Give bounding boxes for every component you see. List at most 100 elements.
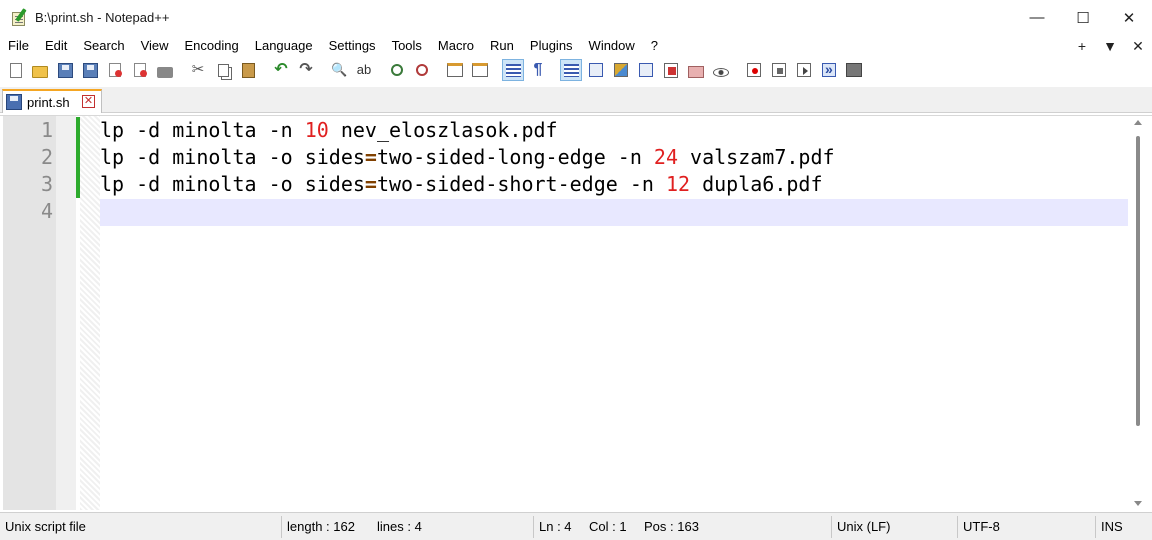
line-number-gutter: 1 2 3 4 (3, 116, 56, 510)
code-text: lp -d minolta -o sides (100, 172, 365, 196)
zoom-in-button[interactable] (387, 60, 407, 80)
folder-workspace-button[interactable] (686, 60, 706, 80)
open-file-button[interactable] (30, 60, 50, 80)
tab-list-dropdown-icon[interactable]: ▼ (1096, 38, 1124, 54)
scroll-thumb[interactable] (1136, 136, 1140, 426)
new-file-button[interactable] (5, 60, 25, 80)
toolbar: ✂ ↶ ↷ 🔍 ab ¶ (0, 57, 1152, 83)
code-line-1[interactable]: lp -d minolta -n 10 nev_eloszlasok.pdf (100, 117, 558, 144)
saved-file-icon (6, 94, 22, 110)
sync-vertical-icon (447, 63, 463, 77)
zoom-out-button[interactable] (412, 60, 432, 80)
close-document-icon[interactable]: ✕ (1124, 38, 1152, 55)
paste-button[interactable] (238, 60, 258, 80)
redo-button[interactable]: ↷ (296, 60, 316, 80)
show-all-characters-button[interactable]: ¶ (528, 60, 548, 80)
menu-search[interactable]: Search (75, 35, 132, 57)
menu-file[interactable]: File (0, 35, 37, 57)
print-button[interactable] (155, 60, 175, 80)
replace-button[interactable]: ab (354, 60, 374, 80)
indent-guide-button[interactable] (560, 59, 582, 81)
title-bar: B:\print.sh - Notepad++ — ☐ ✕ (0, 0, 1152, 35)
menu-settings[interactable]: Settings (321, 35, 384, 57)
save-macro-button[interactable] (844, 60, 864, 80)
save-all-icon (82, 62, 98, 78)
menu-window[interactable]: Window (581, 35, 643, 57)
show-all-characters-icon: ¶ (533, 61, 543, 78)
close-all-button[interactable] (130, 60, 150, 80)
vertical-scrollbar[interactable] (1128, 116, 1150, 510)
menu-language[interactable]: Language (247, 35, 321, 57)
status-insert-mode[interactable]: INS (1096, 513, 1123, 540)
tab-print-sh[interactable]: print.sh ✕ (2, 89, 102, 113)
menu-view[interactable]: View (133, 35, 177, 57)
undo-button[interactable]: ↶ (271, 60, 291, 80)
code-line-2[interactable]: lp -d minolta -o sides=two-sided-long-ed… (100, 144, 835, 171)
indent-guide-icon (563, 63, 579, 77)
redo-icon: ↷ (299, 61, 313, 78)
user-language-button[interactable] (586, 60, 606, 80)
save-icon (57, 62, 73, 78)
paste-icon (241, 62, 255, 78)
stop-recording-icon (772, 63, 786, 77)
menu-run[interactable]: Run (482, 35, 522, 57)
run-macro-multiple-button[interactable] (819, 60, 839, 80)
window-title: B:\print.sh - Notepad++ (35, 10, 170, 25)
save-button[interactable] (55, 60, 75, 80)
menu-tools[interactable]: Tools (384, 35, 430, 57)
sync-vertical-button[interactable] (445, 60, 465, 80)
status-ln: Ln : 4 (539, 519, 572, 534)
scroll-up-arrow-icon[interactable] (1134, 120, 1142, 125)
status-encoding[interactable]: UTF-8 (958, 513, 1000, 540)
word-wrap-icon (505, 63, 521, 77)
tab-close-icon[interactable]: ✕ (82, 95, 95, 108)
new-tab-plus-icon[interactable]: + (1068, 38, 1096, 54)
close-all-icon (134, 63, 147, 77)
zoom-out-icon (416, 64, 428, 76)
playback-icon (797, 63, 811, 77)
symbol-margin[interactable] (56, 116, 76, 510)
notepadpp-app-icon[interactable] (11, 7, 29, 27)
status-eol[interactable]: Unix (LF) (832, 513, 890, 540)
print-icon (157, 66, 173, 78)
status-bar: Unix script file length : 162 lines : 4 … (0, 512, 1152, 540)
menu-plugins[interactable]: Plugins (522, 35, 581, 57)
code-number: 12 (665, 172, 691, 196)
close-window-button[interactable]: ✕ (1106, 0, 1152, 35)
open-folder-icon (32, 65, 48, 78)
fold-margin[interactable] (80, 116, 100, 510)
doc-list-button[interactable] (636, 60, 656, 80)
code-operator: = (364, 172, 377, 196)
minimize-button[interactable]: — (1014, 0, 1060, 35)
undo-icon: ↶ (274, 61, 288, 78)
find-button[interactable]: 🔍 (329, 60, 349, 80)
new-file-icon (10, 62, 22, 78)
find-icon: 🔍 (331, 62, 348, 77)
copy-button[interactable] (213, 60, 233, 80)
code-text: valszam7.pdf (678, 145, 835, 169)
maximize-button[interactable]: ☐ (1060, 0, 1106, 35)
sync-horizontal-button[interactable] (470, 60, 490, 80)
function-list-button[interactable] (661, 60, 681, 80)
code-line-3[interactable]: lp -d minolta -o sides=two-sided-short-e… (100, 171, 822, 198)
line-number: 2 (40, 145, 53, 169)
word-wrap-button[interactable] (502, 59, 524, 81)
menu-edit[interactable]: Edit (37, 35, 75, 57)
menu-help[interactable]: ? (643, 35, 666, 57)
save-all-button[interactable] (80, 60, 100, 80)
sync-horizontal-icon (472, 63, 488, 77)
record-macro-button[interactable] (744, 60, 764, 80)
close-button[interactable] (105, 60, 125, 80)
menu-encoding[interactable]: Encoding (177, 35, 247, 57)
cut-button[interactable]: ✂ (188, 60, 208, 80)
stop-recording-button[interactable] (769, 60, 789, 80)
editor[interactable]: 1 2 3 4 lp -d minolta -n 10 nev_eloszlas… (0, 115, 1152, 510)
playback-button[interactable] (794, 60, 814, 80)
code-text: lp -d minolta -n (100, 118, 305, 142)
scroll-down-arrow-icon[interactable] (1134, 501, 1142, 506)
code-operator: = (364, 145, 377, 169)
menu-macro[interactable]: Macro (430, 35, 482, 57)
doc-map-button[interactable] (611, 60, 631, 80)
code-text: nev_eloszlasok.pdf (328, 118, 558, 142)
monitoring-button[interactable] (711, 60, 731, 80)
